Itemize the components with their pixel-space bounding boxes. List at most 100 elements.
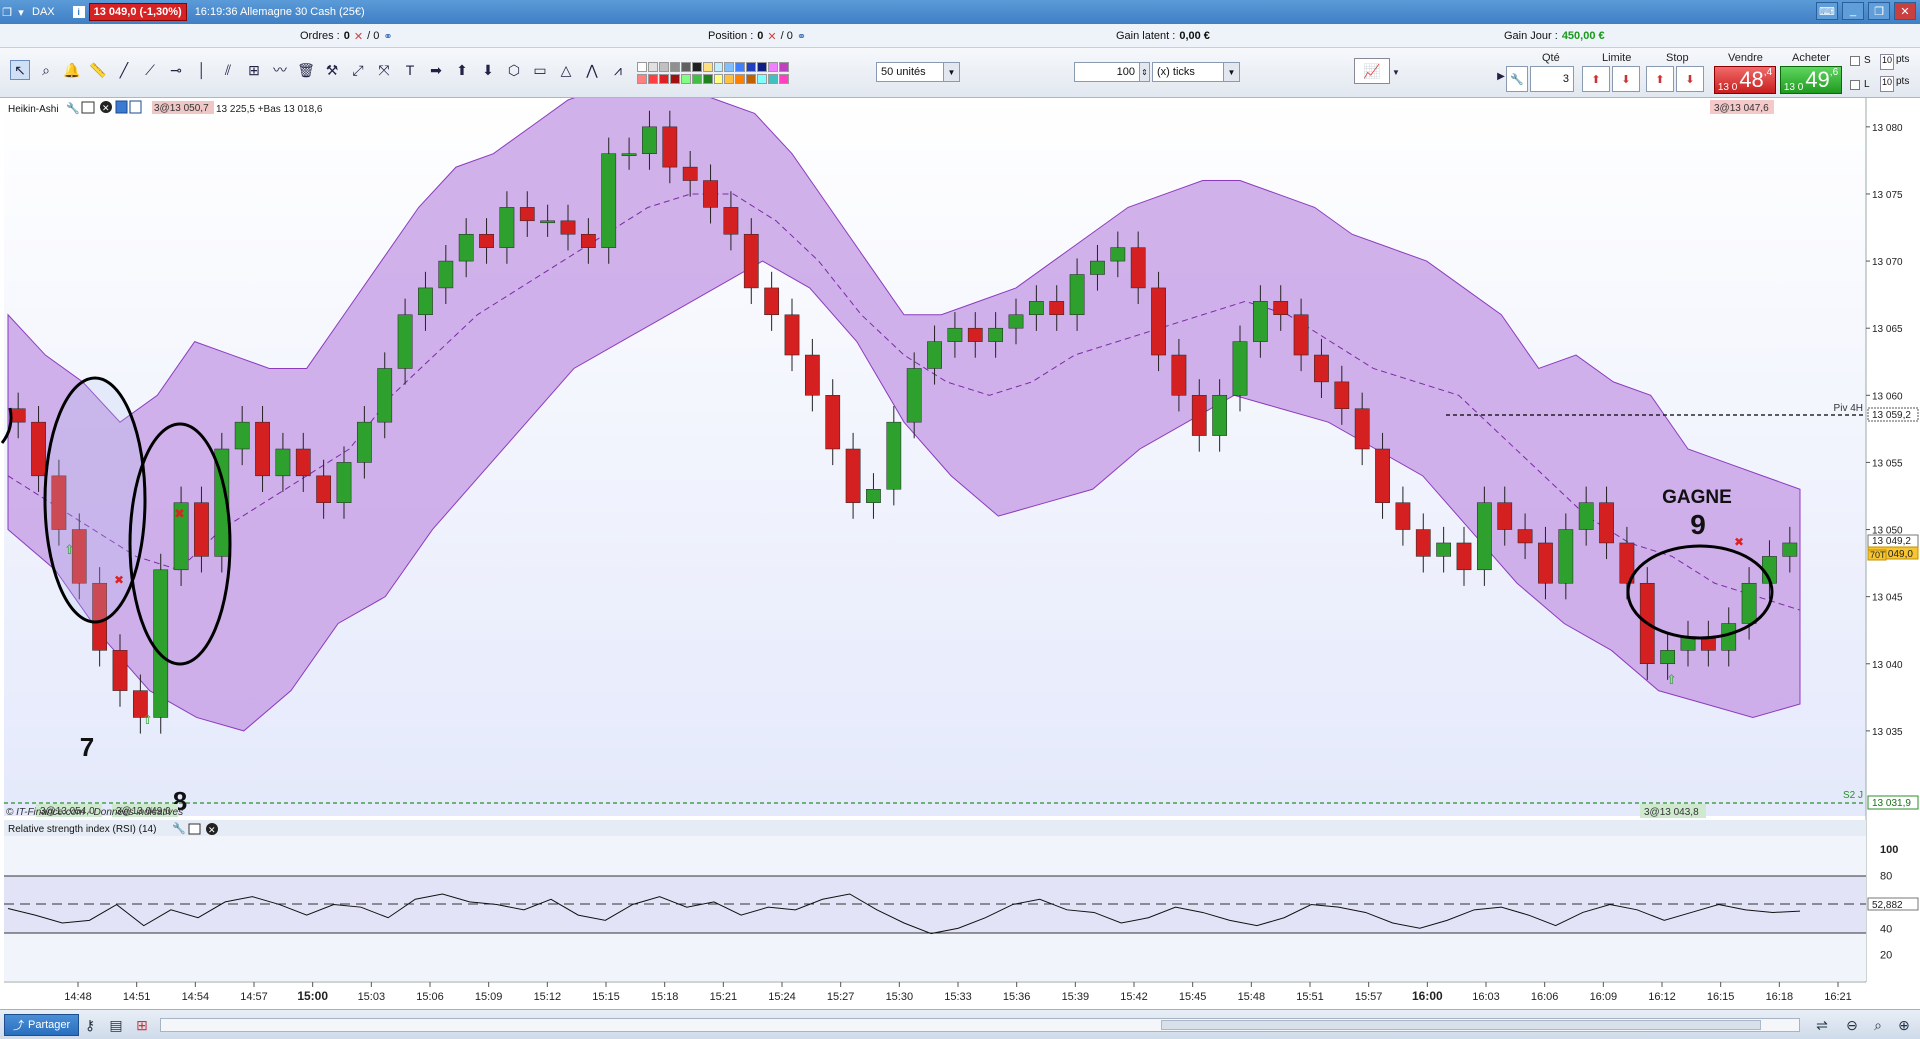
time-tick-label: 16:15: [1707, 991, 1735, 1003]
l-pts-input[interactable]: 10: [1880, 76, 1894, 92]
share-label: Partager: [28, 1019, 71, 1031]
limit-label: Limite: [1602, 52, 1632, 64]
zoom-out-icon[interactable]: ⊖: [1842, 1015, 1862, 1035]
time-tick-label: 15:03: [358, 991, 386, 1003]
price-tick-label: 13 035: [1872, 727, 1903, 738]
rectangle-icon[interactable]: ▭: [530, 60, 550, 80]
bell-icon[interactable]: 🔔: [62, 60, 82, 80]
up-arrow-icon[interactable]: ⬆: [452, 60, 472, 80]
chevron-down-icon[interactable]: ▼: [1223, 63, 1239, 81]
chart-type-icon[interactable]: 📈: [1354, 58, 1390, 84]
ray-icon[interactable]: ⟋: [140, 60, 160, 80]
position-total: / 0: [780, 30, 793, 42]
buy-price-prefix: 13 0: [1783, 82, 1804, 93]
limit-buy-icon[interactable]: ⬆: [1582, 66, 1610, 92]
stepper-arrows-icon[interactable]: ⇕: [1139, 63, 1149, 81]
minimize-button[interactable]: _: [1842, 2, 1864, 20]
time-tick-label: 14:54: [182, 991, 210, 1003]
fibonacci-icon[interactable]: ⊞: [244, 60, 264, 80]
price-tick-label: 13 070: [1872, 257, 1903, 268]
wrench-icon[interactable]: 🔧: [172, 821, 186, 835]
buy-button[interactable]: 13 0 49,6: [1780, 66, 1842, 94]
price-tick-label: 13 065: [1872, 324, 1903, 335]
vertical-line-icon[interactable]: │: [192, 60, 212, 80]
down-arrow-icon[interactable]: ⬇: [478, 60, 498, 80]
time-tick-label: 15:27: [827, 991, 855, 1003]
position-info[interactable]: Position : 0 ✕ / 0 ⚭: [708, 30, 806, 43]
s-checkbox[interactable]: [1850, 56, 1860, 66]
close-button[interactable]: ✕: [1894, 2, 1916, 20]
triangle-icon[interactable]: △: [556, 60, 576, 80]
buy-label: Acheter: [1792, 52, 1830, 64]
s-pts-input[interactable]: 10: [1880, 54, 1894, 70]
fit-icon[interactable]: ⇌: [1812, 1015, 1832, 1035]
rsi-title[interactable]: Relative strength index (RSI) (14): [8, 824, 156, 835]
ruler-icon[interactable]: 📏: [88, 60, 108, 80]
wave-icon[interactable]: 〰: [270, 60, 290, 80]
svg-text:✕: ✕: [102, 103, 110, 113]
stop-buy-icon[interactable]: ⬆: [1646, 66, 1674, 92]
keyboard-icon[interactable]: ⌨: [1816, 2, 1838, 20]
polygon-icon[interactable]: ⬡: [504, 60, 524, 80]
cross-lines-icon[interactable]: ⤧: [374, 60, 394, 80]
chevron-right-icon[interactable]: ▶: [1496, 66, 1506, 86]
window-icon[interactable]: [188, 823, 201, 835]
zigzag-icon[interactable]: ⋀: [582, 60, 602, 80]
color-palette[interactable]: [637, 62, 789, 84]
sell-label: Vendre: [1728, 52, 1763, 64]
chevron-down-icon[interactable]: ▼: [943, 63, 959, 81]
zoom-in-icon[interactable]: ⊕: [1894, 1015, 1914, 1035]
l-checkbox[interactable]: [1850, 80, 1860, 90]
chevron-down-icon[interactable]: ▾: [14, 0, 28, 24]
share-icon: ⤴: [13, 1020, 24, 1032]
close-icon[interactable]: ✕: [354, 30, 363, 43]
table-icon[interactable]: ▤: [106, 1015, 126, 1035]
info-icon[interactable]: i: [72, 6, 85, 18]
chart-area[interactable]: 13 080 13 075 13 070 13 065 13 060 13 055 13 0…: [0, 98, 1920, 1039]
up-icon[interactable]: [129, 100, 142, 114]
link-icon[interactable]: ⚭: [383, 30, 392, 43]
instrument-name[interactable]: DAX: [28, 0, 59, 24]
magnet-icon[interactable]: ⚒: [322, 60, 342, 80]
wrench-icon[interactable]: 🔧: [1506, 66, 1528, 92]
zoom-icon[interactable]: ⌕: [36, 60, 56, 80]
ticks-select[interactable]: (x) ticks ▼: [1152, 62, 1240, 82]
channel-icon[interactable]: ⫽: [218, 60, 238, 80]
horizontal-scrollbar[interactable]: [160, 1018, 1800, 1032]
ticks-stepper[interactable]: 100 ⇕: [1074, 62, 1150, 82]
stop-sell-icon[interactable]: ⬇: [1676, 66, 1704, 92]
l-label: L: [1864, 79, 1870, 90]
position-value: 0: [757, 30, 764, 42]
orders-info[interactable]: Ordres : 0 ✕ / 0 ⚭: [300, 30, 393, 43]
chart-title[interactable]: Heikin-Ashi: [8, 104, 59, 115]
window-icon[interactable]: ❐: [0, 0, 14, 24]
qty-input[interactable]: 3: [1530, 66, 1574, 92]
pattern-icon[interactable]: ⩘: [608, 60, 628, 80]
key-icon[interactable]: ⚷: [80, 1015, 100, 1035]
down-icon[interactable]: [115, 100, 128, 114]
sell-button[interactable]: 13 0 48,4: [1714, 66, 1776, 94]
time-tick-label: 15:00: [297, 989, 328, 1003]
share-button[interactable]: ⤴ Partager: [4, 1014, 80, 1036]
close-icon[interactable]: ✕: [767, 30, 776, 43]
horizontal-line-icon[interactable]: ⊸: [166, 60, 186, 80]
trendline-icon[interactable]: ╱: [114, 60, 134, 80]
link-icon[interactable]: ⚭: [797, 30, 806, 43]
time-tick-label: 15:57: [1355, 991, 1383, 1003]
trash-icon[interactable]: 🗑: [296, 60, 316, 80]
limit-sell-icon[interactable]: ⬇: [1612, 66, 1640, 92]
wrench-icon[interactable]: 🔧: [66, 101, 80, 115]
grid-icon[interactable]: ⊞: [132, 1015, 152, 1035]
chevron-down-icon[interactable]: ▼: [1390, 62, 1402, 82]
arrows-icon[interactable]: ⤢: [348, 60, 368, 80]
units-select[interactable]: 50 unités ▼: [876, 62, 960, 82]
scrollbar-thumb[interactable]: [1161, 1020, 1761, 1030]
cursor-icon[interactable]: ↖: [10, 60, 30, 80]
time-tick-label: 15:12: [534, 991, 562, 1003]
window-icon[interactable]: [81, 101, 95, 114]
text-icon[interactable]: T: [400, 60, 420, 80]
restore-button[interactable]: ❐: [1868, 2, 1890, 20]
arrow-right-icon[interactable]: ➡: [426, 60, 446, 80]
time-tick-label: 16:12: [1648, 991, 1676, 1003]
zoom-reset-icon[interactable]: ⌕: [1868, 1015, 1888, 1035]
